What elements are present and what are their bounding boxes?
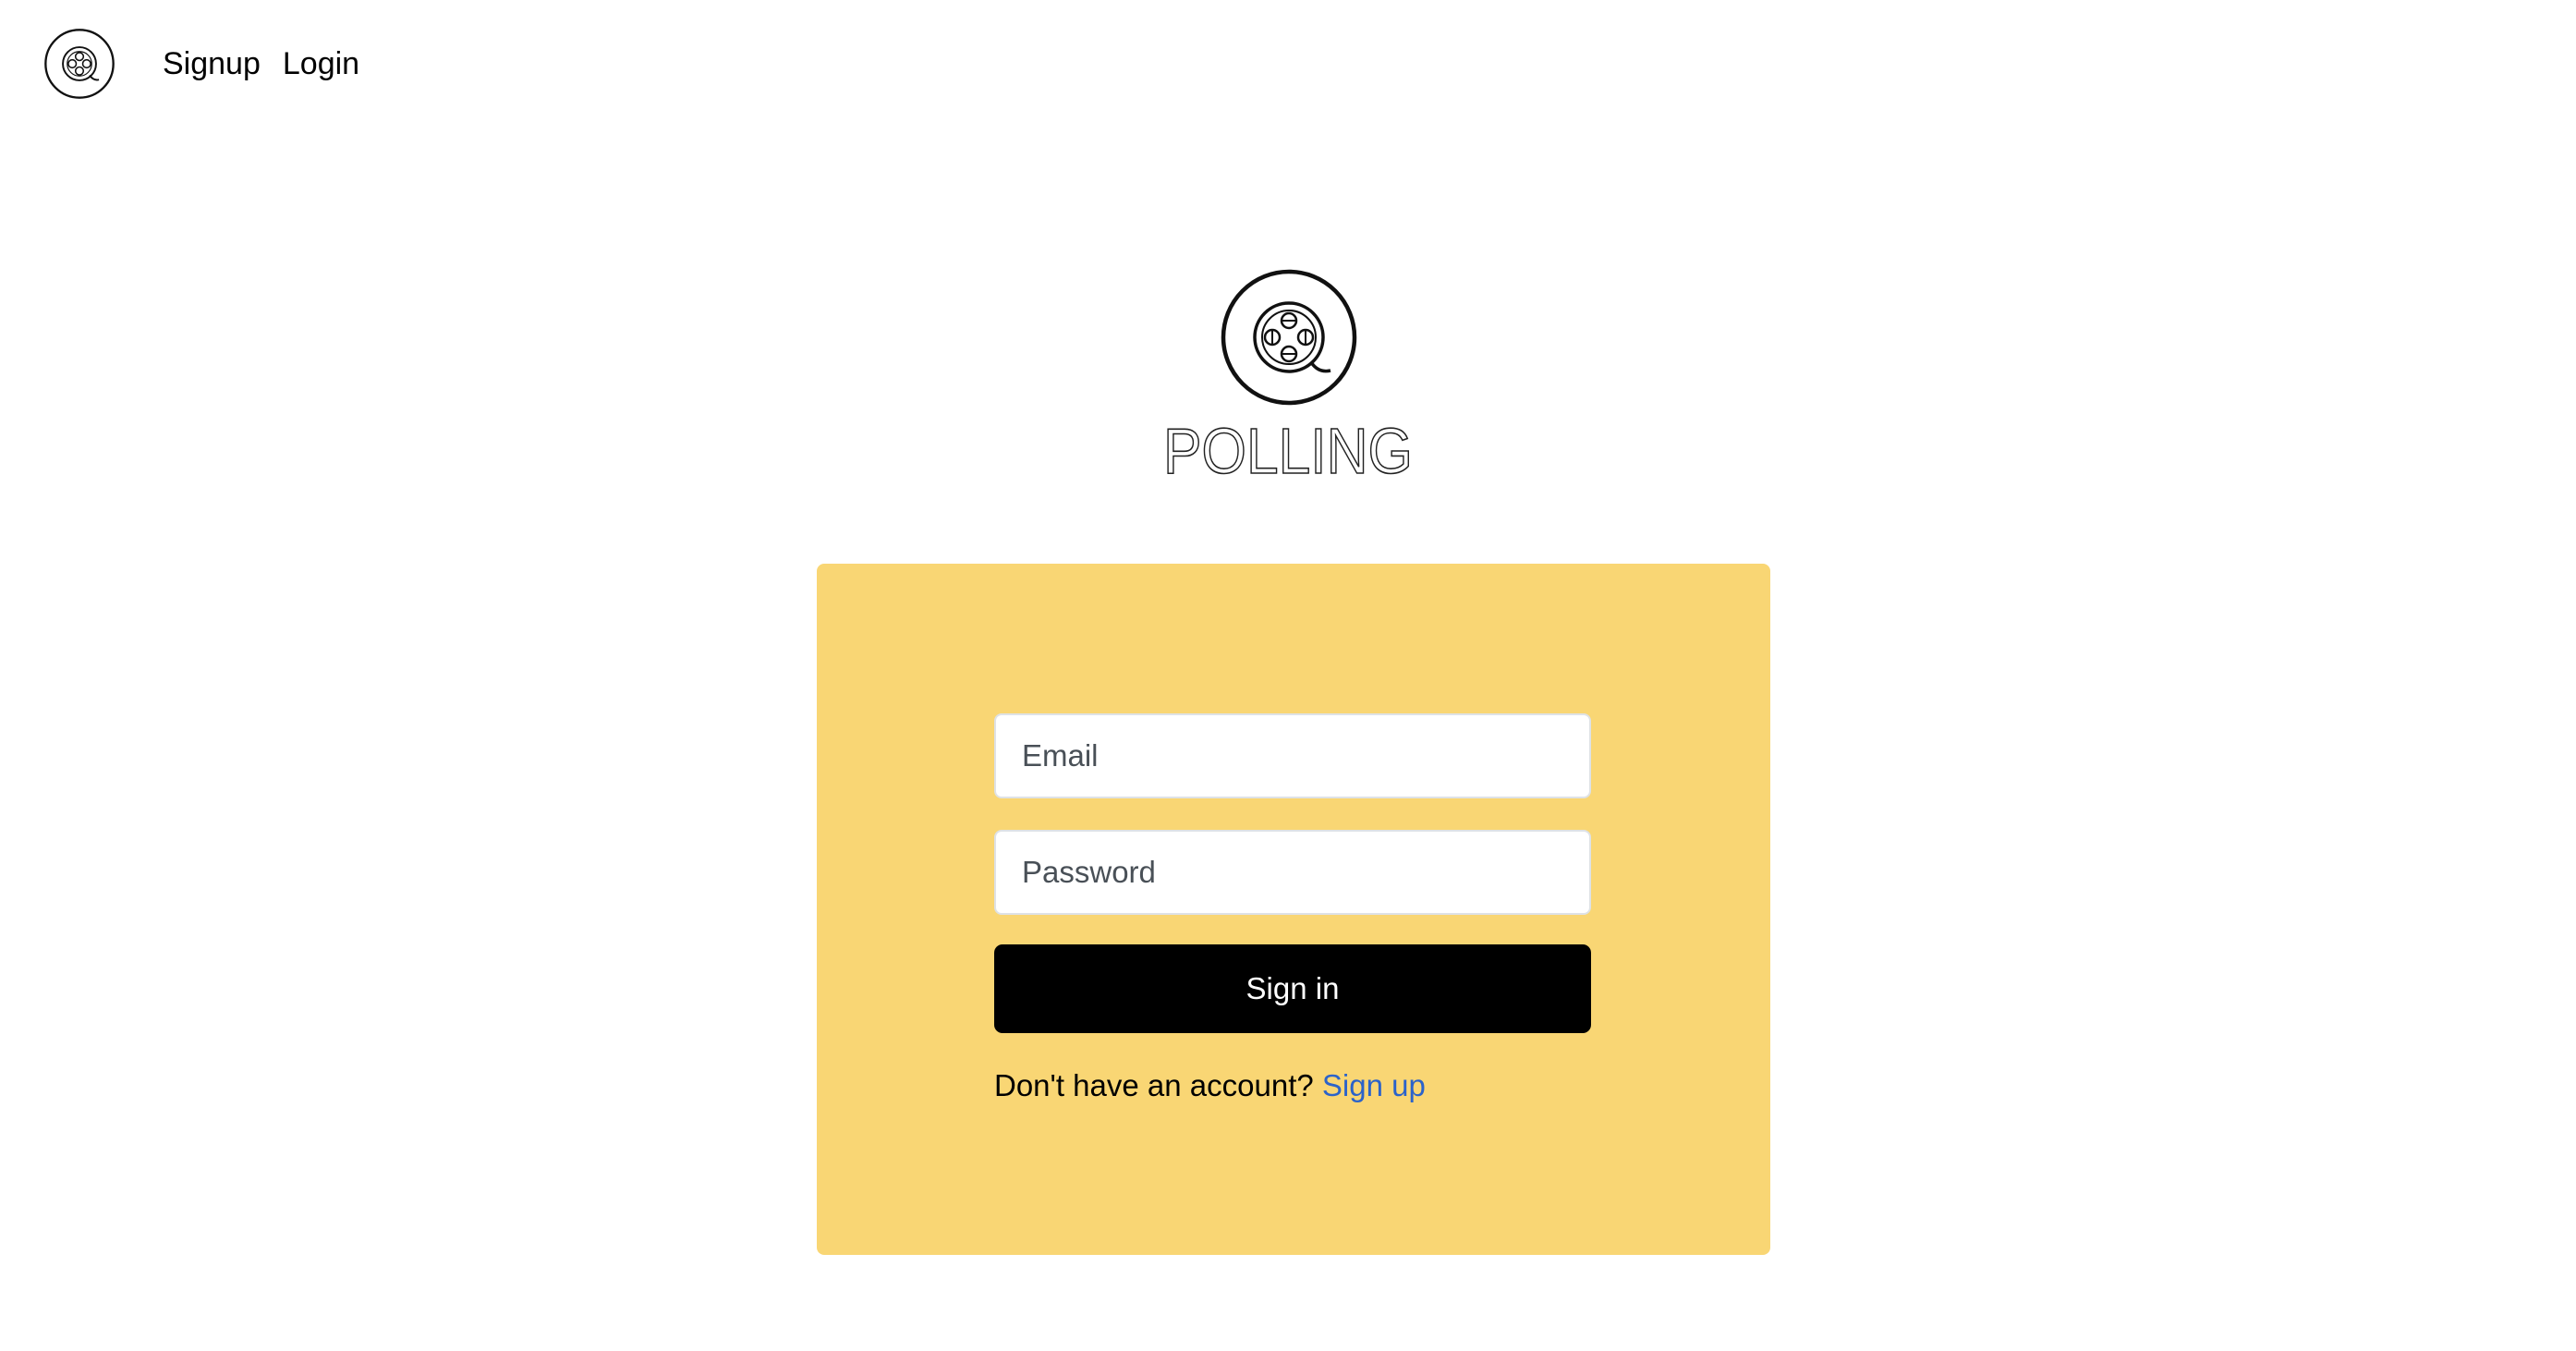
nav-links: Signup Login xyxy=(163,43,359,85)
home-logo-link[interactable] xyxy=(43,28,115,100)
password-field[interactable] xyxy=(994,830,1591,915)
navbar: Signup Login xyxy=(0,0,2576,129)
film-reel-icon xyxy=(1221,269,1357,406)
nav-signup-link[interactable]: Signup xyxy=(163,43,261,85)
email-field[interactable] xyxy=(994,713,1591,798)
sign-up-link[interactable]: Sign up xyxy=(1322,1068,1426,1102)
brand-logo: POLLING xyxy=(1157,268,1419,490)
film-reel-icon xyxy=(44,29,115,99)
svg-text:POLLING: POLLING xyxy=(1163,416,1413,482)
nav-login-link[interactable]: Login xyxy=(283,43,359,85)
signup-prompt-text: Don't have an account? xyxy=(994,1068,1314,1102)
signup-prompt: Don't have an account? Sign up xyxy=(994,1065,1426,1107)
polling-wordmark: POLLING xyxy=(1162,416,1414,482)
login-card: Sign in Don't have an account? Sign up xyxy=(817,564,1770,1255)
sign-in-button[interactable]: Sign in xyxy=(994,944,1591,1033)
